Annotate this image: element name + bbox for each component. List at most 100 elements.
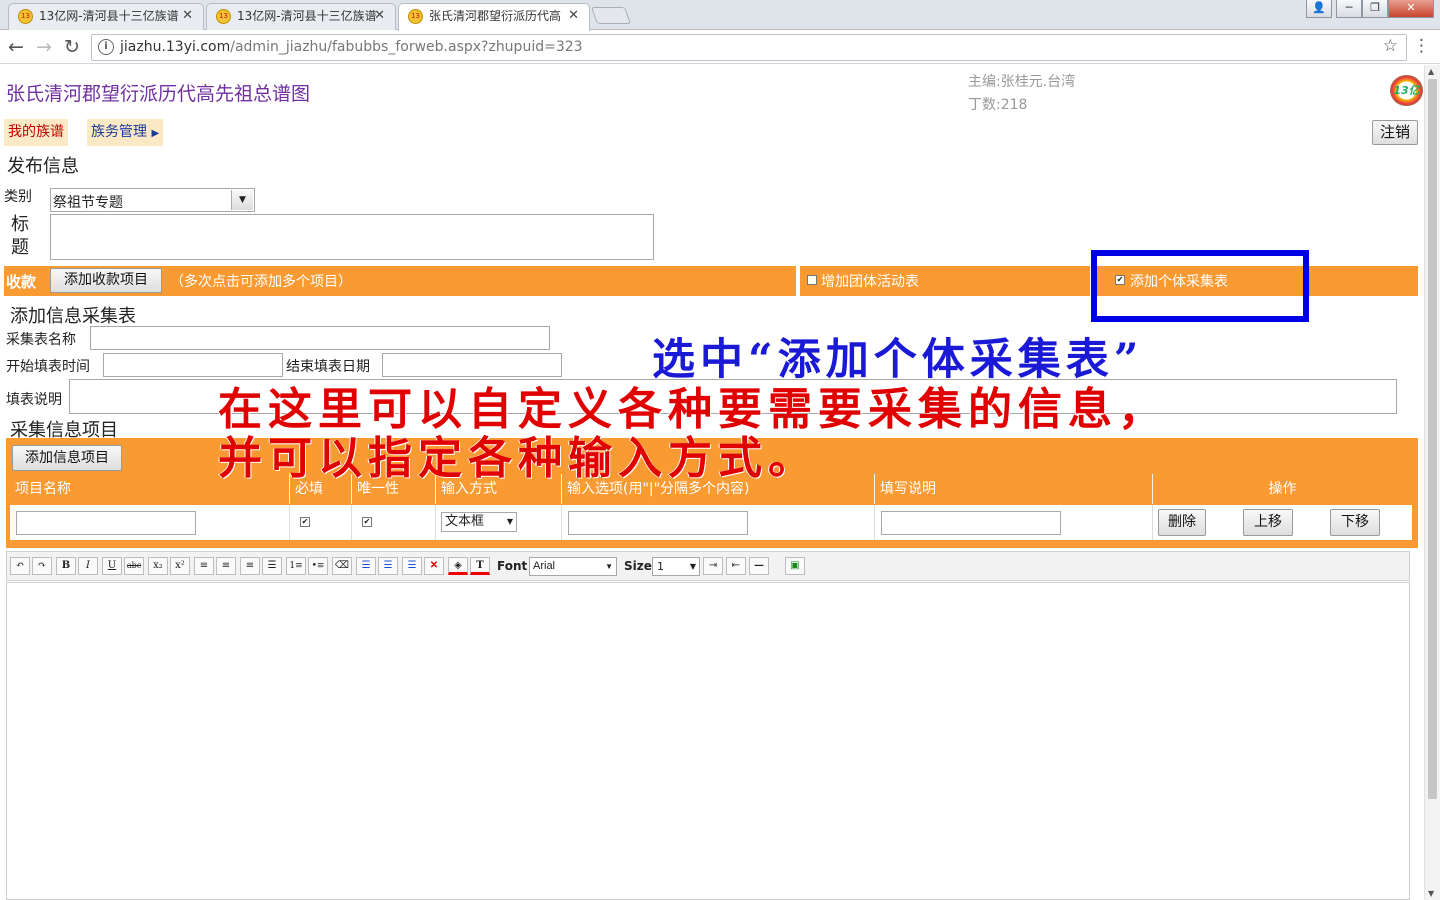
size-label: Size [624, 559, 652, 573]
chevron-down-icon: ▼ [506, 517, 513, 526]
page-content: 张氏清河郡望衍派历代高先祖总谱图 主编:张桂元.台湾 丁数:218 13亿 我的… [0, 65, 1424, 900]
table-row: ✔ ✔ 文本框 ▼ 删除 上移 下移 [10, 505, 1412, 540]
item-name-input[interactable] [16, 511, 196, 535]
outdent-block-icon[interactable]: ☰ [378, 557, 398, 575]
favicon-icon: 13 [408, 9, 423, 24]
favicon-icon: 13 [18, 9, 33, 24]
bookmark-star-icon[interactable]: ☆ [1383, 36, 1398, 56]
indent-block-icon[interactable]: ☰ [356, 557, 376, 575]
input-options-input[interactable] [568, 511, 748, 535]
form-name-input[interactable] [90, 326, 550, 350]
size-select[interactable]: 1 ▼ [652, 557, 700, 576]
add-payment-item-button[interactable]: 添加收款项目 [50, 268, 162, 293]
url-domain: jiazhu.13yi.com [120, 39, 231, 55]
scroll-up-icon[interactable]: ▲ [1428, 67, 1434, 76]
title-label: 标题 [11, 214, 29, 258]
tab-close-icon[interactable]: ✕ [182, 4, 193, 28]
site-logo: 13亿 [1390, 75, 1423, 106]
strikethrough-icon[interactable]: abc [124, 557, 144, 575]
add-info-item-button[interactable]: 添加信息项目 [12, 445, 122, 471]
fill-desc-input[interactable] [881, 511, 1061, 535]
increase-indent-icon[interactable]: ⇥ [703, 557, 723, 575]
collection-bar: 收款 添加收款项目 （多次点击可添加多个项目） [4, 266, 796, 296]
page-title: 张氏清河郡望衍派历代高先祖总谱图 [6, 83, 311, 105]
input-type-select[interactable]: 文本框 ▼ [441, 512, 517, 532]
superscript-icon[interactable]: x² [170, 557, 190, 575]
ordered-list-icon[interactable]: 1≡ [286, 557, 306, 575]
chevron-down-icon[interactable]: ▼ [231, 190, 253, 210]
col-actions: 操作 [1268, 481, 1297, 497]
minimize-button[interactable]: ─ [1336, 0, 1362, 18]
col-fill-desc: 填写说明 [875, 474, 1153, 504]
fill-color-icon[interactable]: ◈ [448, 557, 468, 575]
eraser-icon[interactable]: ⌫ [332, 557, 352, 575]
group-activity-checkbox[interactable] [807, 275, 817, 285]
browser-tab-3-active[interactable]: 13 张氏清河郡望衍派历代高 ✕ [398, 3, 590, 31]
align-justify-icon[interactable]: ☰ [262, 557, 282, 575]
size-value: 1 [657, 560, 664, 573]
underline-icon[interactable]: U [102, 557, 122, 575]
title-input[interactable] [50, 214, 654, 260]
annotation-red-line-2: 并可以指定各种输入方式。 [218, 433, 818, 484]
font-label: Font [497, 559, 528, 573]
browser-tab-1[interactable]: 13 13亿网-清河县十三亿族谱 ✕ [8, 3, 204, 30]
tab-close-icon[interactable]: ✕ [568, 4, 579, 28]
scroll-down-icon[interactable]: ▼ [1428, 889, 1434, 898]
new-tab-button[interactable] [590, 7, 632, 24]
font-select[interactable]: Arial ▼ [529, 557, 617, 576]
undo-icon[interactable]: ↶ [10, 557, 30, 575]
info-icon[interactable]: i [98, 39, 114, 55]
back-arrow-icon[interactable]: ← [8, 35, 24, 59]
triangle-right-icon: ▶ [151, 128, 160, 139]
bold-icon[interactable]: B [56, 557, 76, 575]
move-up-button[interactable]: 上移 [1243, 509, 1293, 536]
user-icon[interactable]: 👤 [1306, 0, 1332, 18]
vertical-scrollbar[interactable]: ▲ ▼ [1424, 65, 1440, 900]
redo-icon[interactable]: ↷ [32, 557, 52, 575]
browser-tab-2[interactable]: 13 13亿网-清河县十三亿族谱 ✕ [206, 3, 396, 30]
restore-button[interactable]: ❐ [1362, 0, 1388, 18]
highlight-box [1091, 250, 1309, 322]
logout-button[interactable]: 注销 [1372, 120, 1418, 145]
italic-icon[interactable]: I [78, 557, 98, 575]
reload-icon[interactable]: ↻ [64, 35, 80, 59]
browser-menu-icon[interactable]: ⋮ [1413, 37, 1430, 55]
address-bar-row: ← → ↻ i jiazhu.13yi.com/admin_jiazhu/fab… [0, 31, 1440, 64]
group-activity-bar: 增加团体活动表 [800, 266, 1090, 296]
text-color-icon[interactable]: T [470, 557, 490, 575]
unordered-list-icon[interactable]: •≡ [308, 557, 328, 575]
delete-row-button[interactable]: 删除 [1158, 509, 1206, 536]
url-path: /admin_jiazhu/fabubbs_forweb.aspx?zhupui… [230, 39, 583, 55]
category-label: 类别 [4, 189, 32, 205]
scroll-thumb[interactable] [1428, 79, 1437, 799]
menu-clan-management[interactable]: 族务管理 ▶ [87, 119, 164, 146]
collection-hint: （多次点击可添加多个项目） [170, 274, 352, 290]
insert-image-icon[interactable]: ▣ [785, 557, 805, 575]
form-desc-label: 填表说明 [6, 392, 62, 408]
clear-format-icon[interactable]: ☰ [402, 557, 422, 575]
chevron-down-icon: ▼ [689, 562, 696, 571]
chevron-down-icon: ▼ [605, 562, 613, 571]
tab-close-icon[interactable]: ✕ [374, 4, 385, 28]
tab-title: 张氏清河郡望衍派历代高 [429, 9, 562, 23]
horizontal-rule-icon[interactable]: — [749, 557, 769, 575]
align-center-icon[interactable]: ≡ [216, 557, 236, 575]
decrease-indent-icon[interactable]: ⇤ [726, 557, 746, 575]
subscript-icon[interactable]: x₂ [148, 557, 168, 575]
input-type-value: 文本框 [445, 514, 485, 529]
rich-text-editor-area[interactable] [6, 582, 1410, 900]
start-time-label: 开始填表时间 [6, 359, 90, 375]
url-field[interactable]: i jiazhu.13yi.com/admin_jiazhu/fabubbs_f… [91, 34, 1407, 61]
align-left-icon[interactable]: ≡ [194, 557, 214, 575]
favicon-icon: 13 [216, 9, 231, 24]
category-select[interactable]: 祭祖节专题 ▼ [50, 188, 255, 212]
menu-my-genealogy[interactable]: 我的族谱 [4, 119, 68, 146]
delete-icon[interactable]: ✕ [424, 557, 444, 575]
forward-arrow-icon[interactable]: → [36, 35, 52, 59]
unique-checkbox[interactable]: ✔ [362, 517, 372, 527]
section-title: 发布信息 [7, 156, 79, 177]
close-window-button[interactable]: ✕ [1388, 0, 1434, 18]
align-right-icon[interactable]: ≡ [240, 557, 260, 575]
required-checkbox[interactable]: ✔ [300, 517, 310, 527]
move-down-button[interactable]: 下移 [1330, 509, 1380, 536]
